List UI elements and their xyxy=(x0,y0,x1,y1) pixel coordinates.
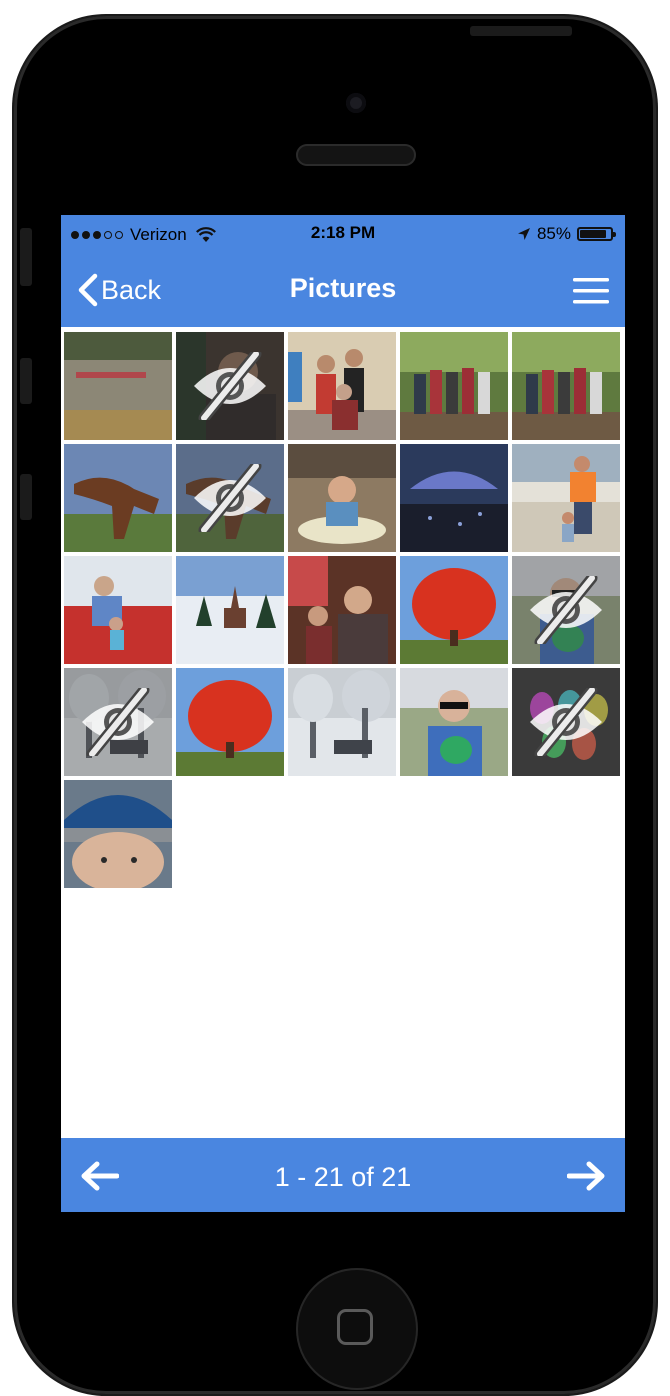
photo-thumbnail[interactable] xyxy=(64,556,172,664)
hidden-eye-slash-icon xyxy=(512,668,620,776)
photo-image xyxy=(288,444,396,552)
photo-thumbnail[interactable] xyxy=(176,332,284,440)
photo-thumbnail[interactable] xyxy=(512,444,620,552)
photo-thumbnail[interactable] xyxy=(176,668,284,776)
arrow-right-icon[interactable] xyxy=(567,1160,607,1192)
page-range-label: 1 - 21 of 21 xyxy=(274,1162,412,1192)
battery-percent: 85% xyxy=(536,224,571,243)
front-camera xyxy=(346,93,366,113)
screen: Verizon 2:18 PM 85% Back Pictures 1 - 21… xyxy=(61,215,625,1212)
battery-tip xyxy=(613,232,616,237)
photo-image xyxy=(64,332,172,440)
location-arrow-icon xyxy=(517,228,530,240)
home-square-icon xyxy=(337,1309,373,1345)
photo-thumbnail[interactable] xyxy=(288,556,396,664)
earpiece-speaker xyxy=(296,144,416,166)
photo-image xyxy=(400,444,508,552)
photo-thumbnail[interactable] xyxy=(400,332,508,440)
mute-switch xyxy=(20,228,32,286)
photo-thumbnail[interactable] xyxy=(400,668,508,776)
hidden-eye-slash-icon xyxy=(176,332,284,440)
photo-thumbnail[interactable] xyxy=(512,668,620,776)
photo-thumbnail[interactable] xyxy=(176,444,284,552)
photo-image xyxy=(176,668,284,776)
photo-thumbnail[interactable] xyxy=(512,556,620,664)
pager-bar: 1 - 21 of 21 xyxy=(61,1138,625,1212)
photo-thumbnail[interactable] xyxy=(176,556,284,664)
photo-image xyxy=(288,556,396,664)
status-right: 85% xyxy=(517,224,616,244)
page-title: Pictures xyxy=(289,273,397,303)
volume-up-button xyxy=(20,358,32,404)
hamburger-menu-icon[interactable] xyxy=(573,277,609,305)
hidden-eye-slash-icon xyxy=(512,556,620,664)
photo-image xyxy=(288,668,396,776)
power-button xyxy=(470,26,572,36)
photo-image xyxy=(64,556,172,664)
photo-thumbnail[interactable] xyxy=(64,668,172,776)
photo-image xyxy=(400,332,508,440)
navigation-bar: Back Pictures xyxy=(61,253,625,327)
photo-thumbnail[interactable] xyxy=(288,668,396,776)
volume-down-button xyxy=(20,474,32,520)
photo-image xyxy=(400,668,508,776)
photo-thumbnail[interactable] xyxy=(400,444,508,552)
photo-image xyxy=(400,556,508,664)
photo-image xyxy=(64,780,172,888)
hidden-eye-slash-icon xyxy=(64,668,172,776)
photo-thumbnail[interactable] xyxy=(288,332,396,440)
photo-image xyxy=(64,444,172,552)
battery-fill xyxy=(580,230,606,238)
photo-thumbnail[interactable] xyxy=(288,444,396,552)
photo-thumbnail[interactable] xyxy=(512,332,620,440)
photo-thumbnail[interactable] xyxy=(64,780,172,888)
photo-thumbnail[interactable] xyxy=(64,444,172,552)
photo-image xyxy=(176,556,284,664)
photo-image xyxy=(288,332,396,440)
photo-thumbnail[interactable] xyxy=(400,556,508,664)
photo-image xyxy=(512,444,620,552)
photo-image xyxy=(512,332,620,440)
battery-icon xyxy=(577,227,616,241)
home-button[interactable] xyxy=(296,1268,418,1390)
hidden-eye-slash-icon xyxy=(176,444,284,552)
status-bar: Verizon 2:18 PM 85% xyxy=(61,215,625,253)
photo-thumbnail[interactable] xyxy=(64,332,172,440)
